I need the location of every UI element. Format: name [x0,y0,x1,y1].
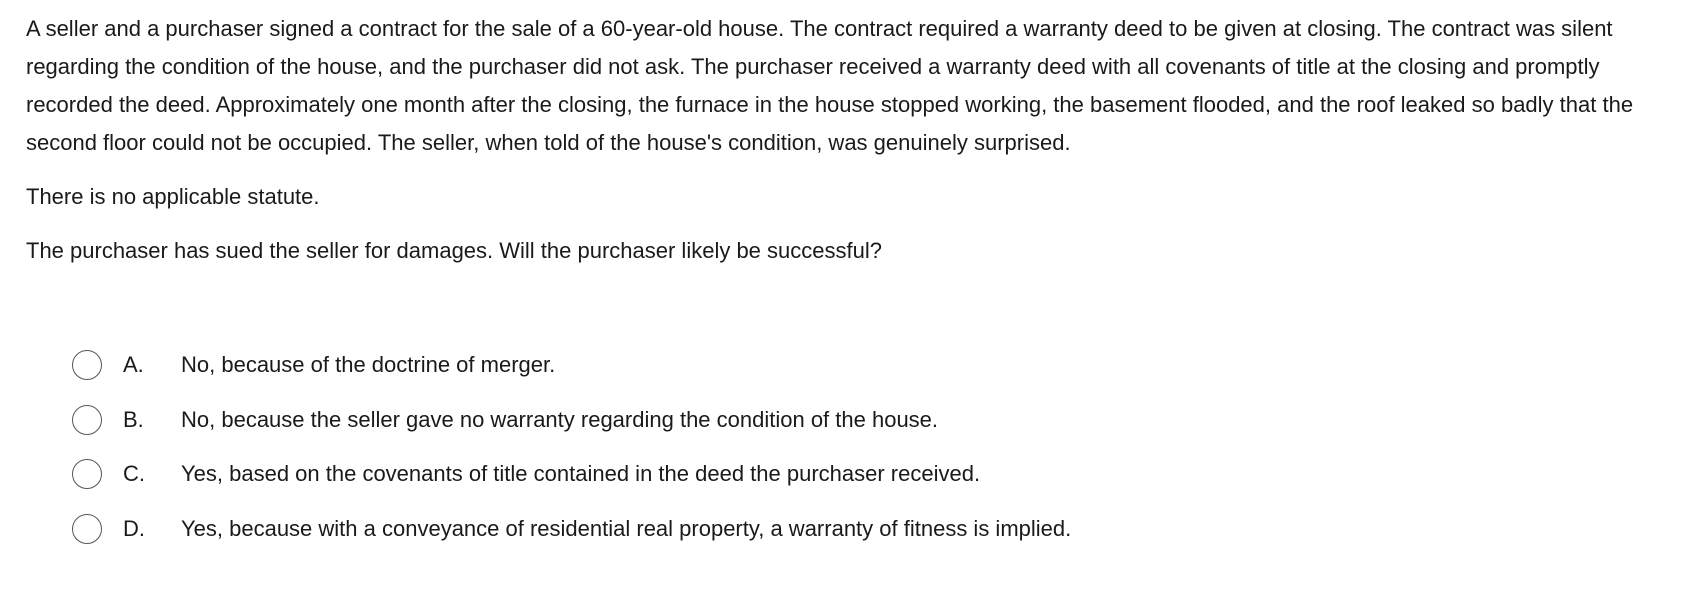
option-letter: B. [123,406,144,432]
radio-button-a[interactable] [72,350,102,381]
option-letter: D. [123,515,145,541]
option-text[interactable]: No, because of the doctrine of merger. [181,352,1672,378]
option-c[interactable]: C. Yes, based on the covenants of title … [72,447,1672,502]
statute-note: There is no applicable statute. [26,184,320,209]
radio-button-d[interactable] [72,513,102,544]
radio-button-b[interactable] [72,404,102,435]
question-stem: A seller and a purchaser signed a contra… [26,16,1634,155]
option-b[interactable]: B. No, because the seller gave no warran… [72,393,1672,448]
option-text[interactable]: Yes, based on the covenants of title con… [181,461,1672,487]
question-prompt: The purchaser has sued the seller for da… [26,238,882,263]
option-letter: C. [123,461,145,487]
question-block: A seller and a purchaser signed a contra… [26,10,1686,270]
option-text[interactable]: No, because the seller gave no warranty … [181,407,1672,433]
option-letter: A. [123,352,144,378]
answer-options: A. No, because of the doctrine of merger… [72,338,1672,556]
radio-button-c[interactable] [72,459,102,490]
option-text[interactable]: Yes, because with a conveyance of reside… [181,516,1672,542]
option-a[interactable]: A. No, because of the doctrine of merger… [72,338,1672,393]
option-d[interactable]: D. Yes, because with a conveyance of res… [72,502,1672,557]
